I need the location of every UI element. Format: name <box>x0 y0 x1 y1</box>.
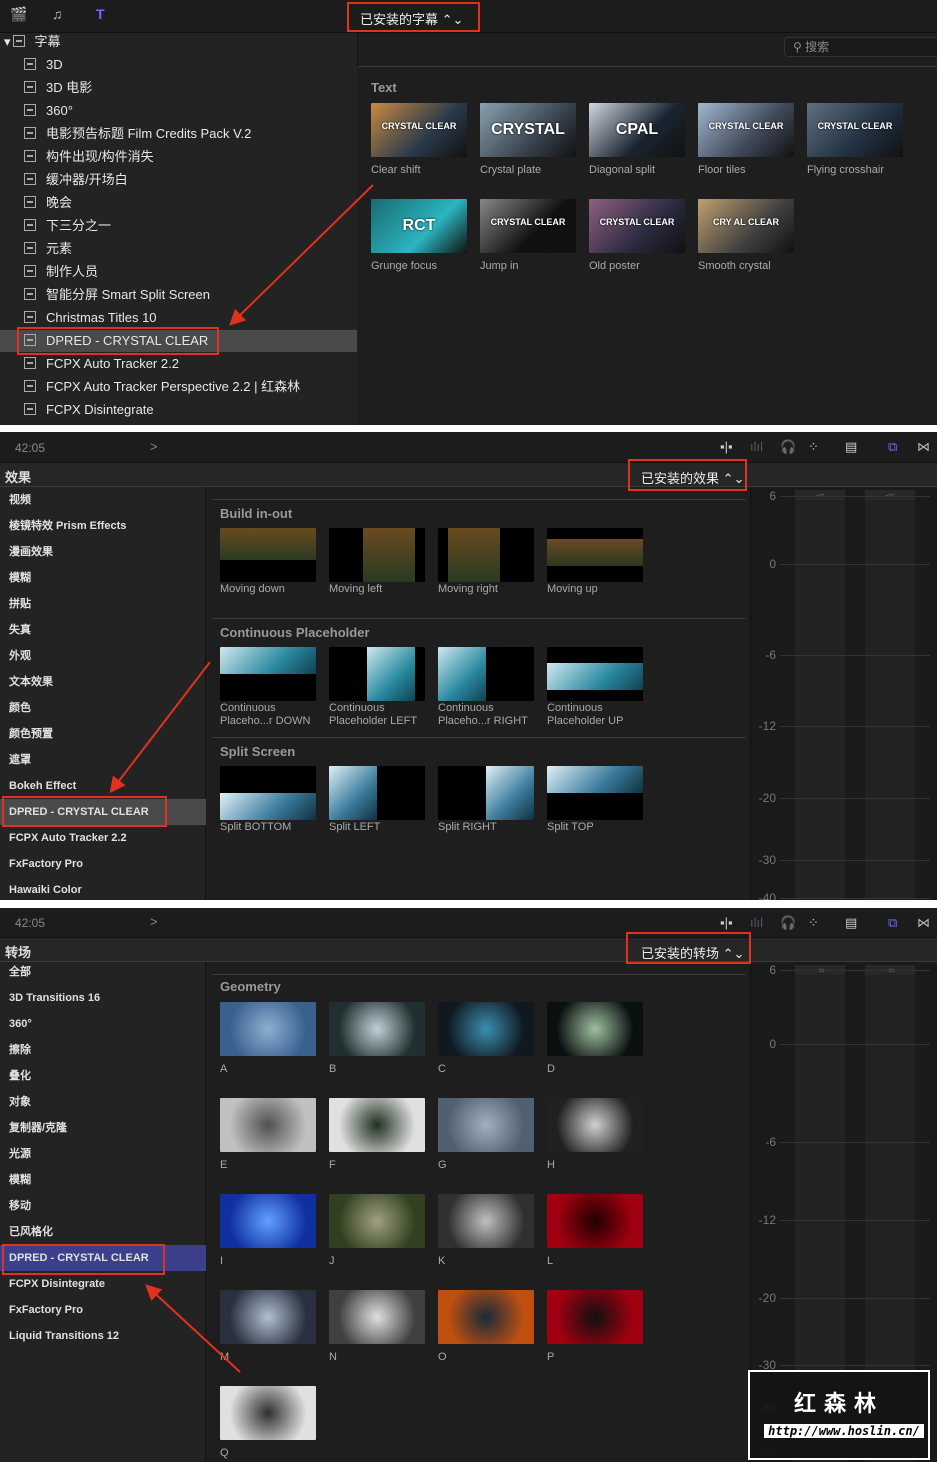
watermark-logo: 红森林 http://www.hoslin.cn/ <box>748 1370 930 1460</box>
watermark-url: http://www.hoslin.cn/ <box>764 1424 924 1438</box>
annotation-arrows <box>109 184 374 1373</box>
watermark-name: 红森林 <box>793 1391 884 1416</box>
